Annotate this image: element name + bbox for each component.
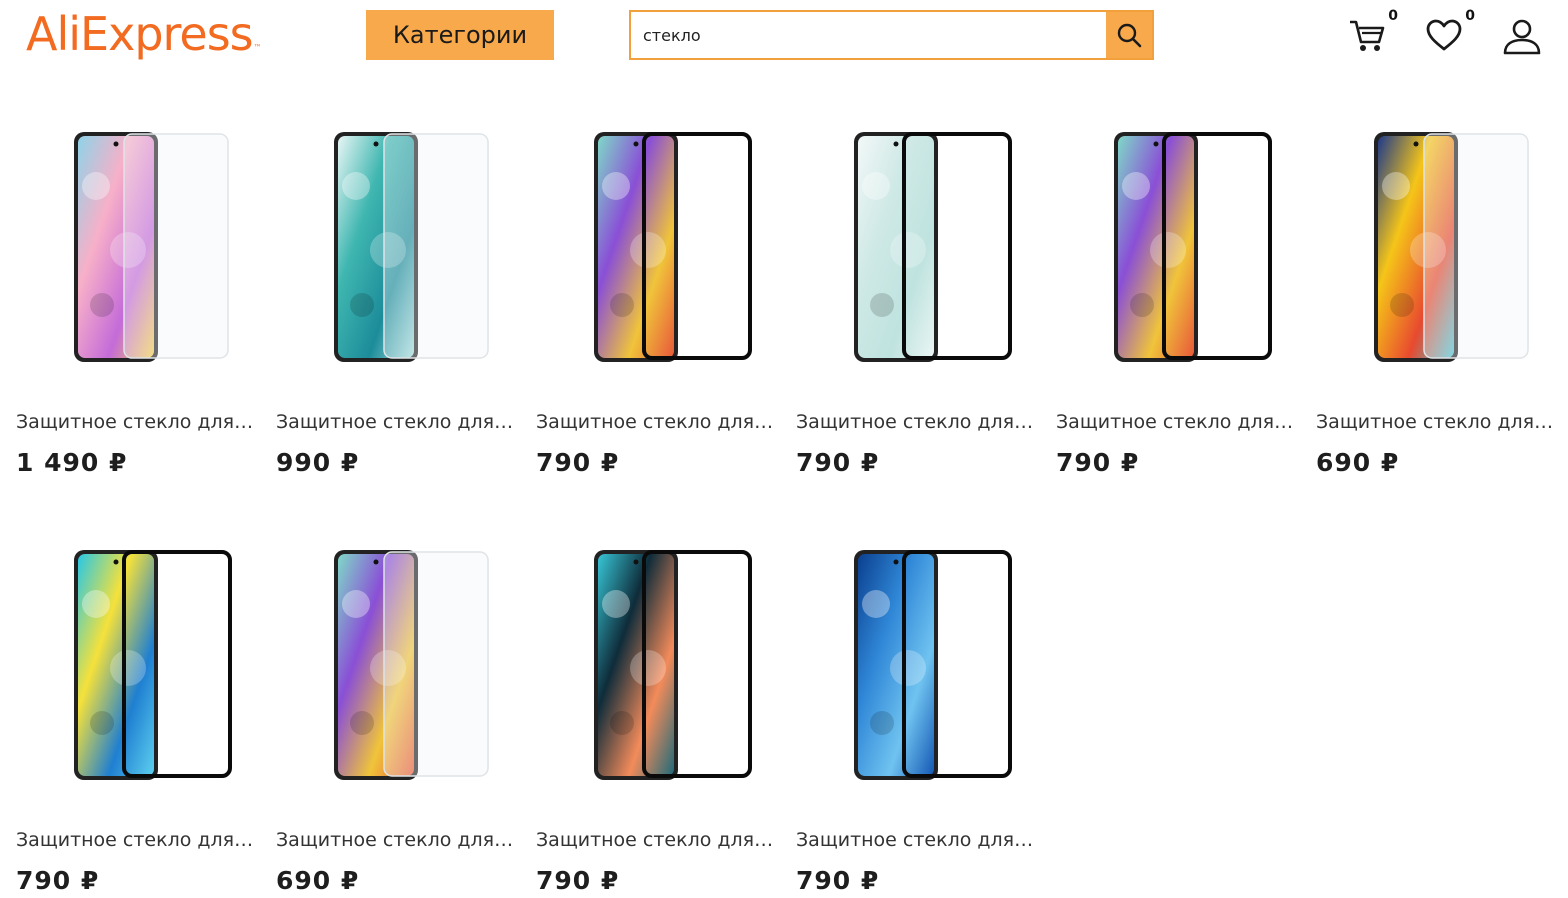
product-image-wrap[interactable]	[16, 100, 254, 390]
favorites-button[interactable]: 0	[1425, 8, 1475, 58]
product-image	[74, 132, 229, 362]
product-title[interactable]: Защитное стекло для Samsung Galaxy A51	[276, 829, 514, 851]
product-title[interactable]: Защитное стекло для Xiaomi Poco F2 Pro	[536, 829, 774, 851]
cart-button[interactable]: 0	[1348, 8, 1398, 58]
product-price: 790 ₽	[796, 448, 880, 477]
product-image	[1374, 132, 1529, 362]
search-icon	[1117, 23, 1142, 48]
product-image-wrap[interactable]	[16, 518, 254, 808]
product-image-wrap[interactable]	[1316, 100, 1554, 390]
user-icon	[1503, 19, 1541, 55]
product-card[interactable]: Защитное стекло для Xiaomi Redmi Note 9S…	[16, 518, 254, 898]
product-image-wrap[interactable]	[1056, 100, 1294, 390]
product-card[interactable]: Защитное стекло для Samsung Galaxy A51 69…	[276, 518, 514, 898]
logo-trademark: ™	[253, 43, 262, 52]
product-price: 790 ₽	[536, 866, 620, 895]
product-image	[594, 550, 752, 780]
product-price: 690 ₽	[276, 866, 360, 895]
product-image-wrap[interactable]	[276, 518, 514, 808]
product-price: 790 ₽	[16, 866, 100, 895]
product-image	[334, 132, 489, 362]
product-price: 990 ₽	[276, 448, 360, 477]
heart-icon	[1426, 19, 1462, 51]
cart-icon	[1350, 20, 1385, 51]
aliexpress-logo[interactable]: AliExpress™	[26, 2, 262, 66]
product-card[interactable]: Защитное стекло для Xiaomi Poco F2 Pro 79…	[536, 518, 774, 898]
product-card[interactable]: Защитное стекло для Xiaomi Mi 9 790 ₽	[796, 518, 1034, 898]
product-image	[854, 550, 1012, 780]
product-card[interactable]: Защитное стекло для Samsung Galaxy S20 F…	[276, 100, 514, 480]
product-image	[854, 132, 1012, 362]
product-image	[74, 550, 232, 780]
product-title[interactable]: Защитное стекло для Samsung Galaxy A51	[1056, 411, 1294, 433]
product-image-wrap[interactable]	[536, 518, 774, 808]
product-price: 790 ₽	[536, 448, 620, 477]
product-card[interactable]: Защитное стекло для Samsung Galaxy A51 79…	[536, 100, 774, 480]
search-bar	[629, 10, 1154, 60]
product-card[interactable]: Защитное стекло для Samsung Galaxy S10 L…	[796, 100, 1034, 480]
product-title[interactable]: Защитное стекло для Samsung Galaxy S20 F…	[276, 411, 514, 433]
site-header: AliExpress™ Категории 0 0	[0, 0, 1568, 80]
cart-count-badge: 0	[1388, 8, 1398, 24]
product-image	[1114, 132, 1272, 362]
product-title[interactable]: Защитное стекло для Samsung Galaxy A71	[16, 411, 254, 433]
product-card[interactable]: Защитное стекло для Samsung Galaxy A50s 6…	[1316, 100, 1554, 480]
product-image-wrap[interactable]	[276, 100, 514, 390]
product-price: 1 490 ₽	[16, 448, 128, 477]
product-title[interactable]: Защитное стекло для Samsung Galaxy S10 L…	[796, 411, 1034, 433]
product-title[interactable]: Защитное стекло для Samsung Galaxy A51	[536, 411, 774, 433]
product-title[interactable]: Защитное стекло для Xiaomi Redmi Note 9S	[16, 829, 254, 851]
product-title[interactable]: Защитное стекло для Xiaomi Mi 9	[796, 829, 1034, 851]
product-image	[594, 132, 752, 362]
product-price: 790 ₽	[1056, 448, 1140, 477]
product-image-wrap[interactable]	[796, 518, 1034, 808]
product-card[interactable]: Защитное стекло для Samsung Galaxy A71 1 …	[16, 100, 254, 480]
product-image	[334, 550, 489, 780]
product-card[interactable]: Защитное стекло для Samsung Galaxy A51 79…	[1056, 100, 1294, 480]
product-image-wrap[interactable]	[536, 100, 774, 390]
categories-button[interactable]: Категории	[366, 10, 554, 60]
logo-text: AliExpress	[26, 7, 254, 61]
favorites-count-badge: 0	[1465, 8, 1475, 24]
product-price: 690 ₽	[1316, 448, 1400, 477]
account-button[interactable]	[1502, 14, 1546, 58]
product-image-wrap[interactable]	[796, 100, 1034, 390]
product-price: 790 ₽	[796, 866, 880, 895]
product-title[interactable]: Защитное стекло для Samsung Galaxy A50s	[1316, 411, 1554, 433]
search-input[interactable]	[631, 12, 1106, 58]
search-button[interactable]	[1106, 12, 1152, 58]
